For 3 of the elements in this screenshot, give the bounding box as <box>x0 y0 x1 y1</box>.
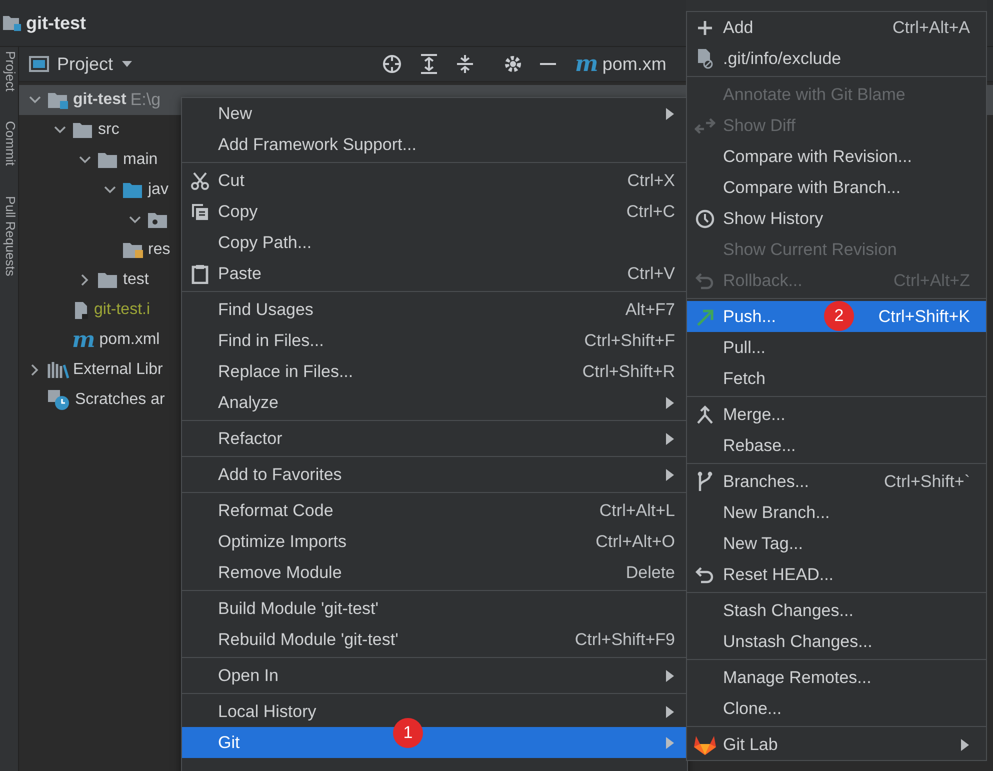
step-badge: 1 <box>393 718 423 748</box>
maven-icon: m <box>72 327 96 353</box>
window-title: git-test <box>26 12 86 34</box>
